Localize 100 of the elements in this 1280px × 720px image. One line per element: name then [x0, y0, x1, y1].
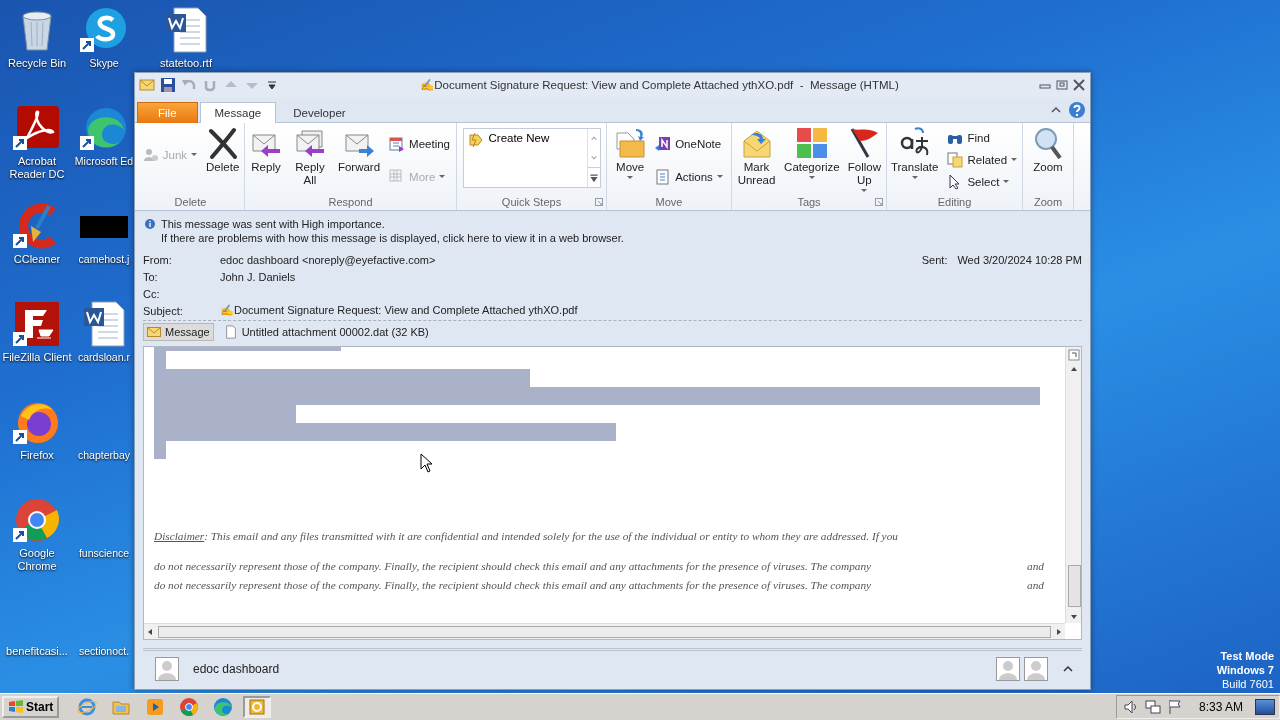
ribbon-group-label: Editing [937, 195, 972, 208]
desktop-icon-label[interactable]: funscience [78, 547, 130, 560]
desktop-icon-label[interactable]: cardsloan.r [78, 351, 130, 364]
mail-app-icon [247, 697, 268, 717]
ribbon-button[interactable]: Move [611, 127, 650, 193]
color-grid-icon [795, 127, 828, 159]
app-icon [13, 300, 61, 348]
avatar-icon[interactable] [1024, 657, 1048, 681]
contact-name[interactable]: edoc dashboard [193, 662, 992, 676]
desktop-icon-label[interactable]: benefitcasi... [6, 645, 68, 658]
ribbon-tab[interactable]: Developer [278, 102, 361, 123]
desktop-icon-label[interactable]: chapterbay [78, 449, 130, 462]
desktop-icon-label[interactable]: FileZilla Client [2, 351, 72, 364]
system-notice-text: Build 7601 [1222, 677, 1274, 692]
magnifier-icon [1032, 127, 1064, 159]
windows-logo-icon [8, 699, 24, 715]
media-player-icon [145, 697, 166, 717]
desktop-icon-label[interactable]: Firefox [20, 449, 54, 462]
ribbon-button[interactable]: Find [945, 129, 1020, 147]
field-value: ✍Document Signature Request: View and Complete Attached ythXO.pdf [220, 304, 578, 317]
network-icon[interactable] [1144, 699, 1161, 715]
desktop-icon-label[interactable]: Skype [89, 57, 119, 70]
ribbon-button[interactable]: Select [945, 173, 1020, 191]
quick-step-item[interactable]: Create New [463, 129, 587, 149]
ribbon-button[interactable]: Delete [203, 127, 243, 193]
scroll-thumb[interactable] [1068, 565, 1081, 607]
desktop-icon-label[interactable]: Google Chrome [2, 547, 72, 573]
calendar-icon [389, 135, 406, 152]
ribbon-button[interactable]: Related [945, 151, 1020, 169]
avatar-icon [155, 657, 179, 681]
flag-icon[interactable] [1166, 699, 1183, 715]
envelope-icon [139, 77, 155, 93]
ribbon-button[interactable]: Translate [887, 127, 942, 193]
speaker-icon[interactable] [1122, 699, 1139, 715]
field-value: Wed 3/20/2024 10:28 PM [957, 253, 1082, 266]
desktop-icon-label[interactable]: Recycle Bin [7, 57, 67, 70]
ribbon-button[interactable]: Categorize [781, 127, 843, 193]
vertical-scrollbar[interactable] [1065, 347, 1081, 623]
app-icon [13, 496, 61, 544]
disclaimer-text: and [1027, 578, 1044, 593]
ribbon-button[interactable]: Reply [247, 127, 285, 193]
desktop-icon-label[interactable]: statetoo.rtf [160, 57, 212, 70]
help-icon[interactable] [1068, 101, 1086, 119]
ribbon-group-label: Move [655, 195, 683, 208]
maximize-icon[interactable] [1055, 79, 1069, 91]
browser-icon [77, 697, 98, 717]
scroll-thumb[interactable] [158, 626, 1051, 638]
field-value: edoc dashboard <noreply@eyefactive.com> [220, 253, 436, 266]
ribbon-tab[interactable]: Message [199, 102, 277, 123]
info-bar-text[interactable]: If there are problems with how this message is displayed, click here to view it in a web browser. [161, 231, 624, 245]
attachment-tab[interactable]: Untitled attachment 00002.dat (32 KB) [219, 323, 433, 341]
field-label: To: [143, 270, 159, 283]
ribbon-button[interactable]: Reply All [287, 127, 333, 193]
disclaimer-text: do not necessarily represent those of the company. Finally, the recipient should check this email and any attachments for the presence of viruses. The company [154, 578, 872, 593]
ribbon-button[interactable]: Zoom [1029, 127, 1067, 193]
ribbon-button[interactable]: Mark Unread [734, 127, 780, 193]
ribbon-group-label: Respond [328, 195, 373, 208]
desktop-icon-label[interactable]: CCleaner [13, 253, 61, 266]
documents-icon [947, 152, 964, 168]
dialog-launcher-icon[interactable] [595, 197, 603, 206]
field-label: Sent: [921, 253, 948, 266]
reply-icon [293, 127, 326, 159]
file-icon [223, 325, 238, 339]
ribbon-button[interactable]: Follow Up [844, 127, 884, 193]
window-title: ✍Document Signature Request: View and Complete Attached ythXO.pdf - Message (HTML) [419, 78, 900, 92]
app-icon [80, 6, 128, 54]
system-notice-text: Test Mode [1220, 649, 1274, 664]
desktop-icon-label[interactable]: Microsoft Ed [74, 155, 134, 168]
delete-icon [206, 127, 239, 159]
app-icon [13, 104, 61, 152]
ribbon-button[interactable]: OneNote [653, 134, 725, 153]
system-notice-text: Windows 7 [1216, 663, 1274, 678]
notebook-icon [655, 135, 672, 152]
horizontal-scrollbar[interactable] [144, 623, 1065, 639]
browser-icon [179, 697, 200, 717]
folder-icon [614, 127, 647, 159]
close-icon[interactable] [1072, 79, 1086, 91]
attachment-tab[interactable]: Message [143, 323, 214, 341]
clock[interactable]: 8:33 AM [1198, 700, 1243, 714]
start-button[interactable]: Start [2, 696, 60, 718]
ribbon-button[interactable]: Forward [334, 127, 384, 193]
taskbar-button[interactable] [243, 696, 272, 718]
ribbon-group-label: Quick Steps [501, 195, 562, 208]
avatar-icon[interactable] [996, 657, 1020, 681]
desktop-icon-label[interactable]: camehost.j [78, 253, 130, 266]
ribbon-group-label: Zoom [1033, 195, 1063, 208]
save-icon[interactable] [160, 77, 176, 93]
browser-icon [213, 697, 234, 717]
field-label: Subject: [143, 304, 184, 317]
ribbon-button[interactable]: Actions [653, 167, 725, 186]
ribbon-button[interactable]: Meeting [387, 134, 452, 153]
show-desktop-button[interactable] [1255, 699, 1275, 715]
dialog-launcher-icon[interactable] [875, 197, 883, 206]
disclaimer-text: and [1027, 559, 1044, 574]
ribbon-group-label: Delete [174, 195, 207, 208]
envelope-icon [147, 325, 161, 339]
info-bar-text[interactable]: This message was sent with High importance. [161, 217, 624, 231]
ribbon-group-label: Tags [797, 195, 821, 208]
lightning-tag-icon [467, 132, 484, 148]
desktop-icon-label[interactable]: Acrobat Reader DC [2, 155, 72, 181]
